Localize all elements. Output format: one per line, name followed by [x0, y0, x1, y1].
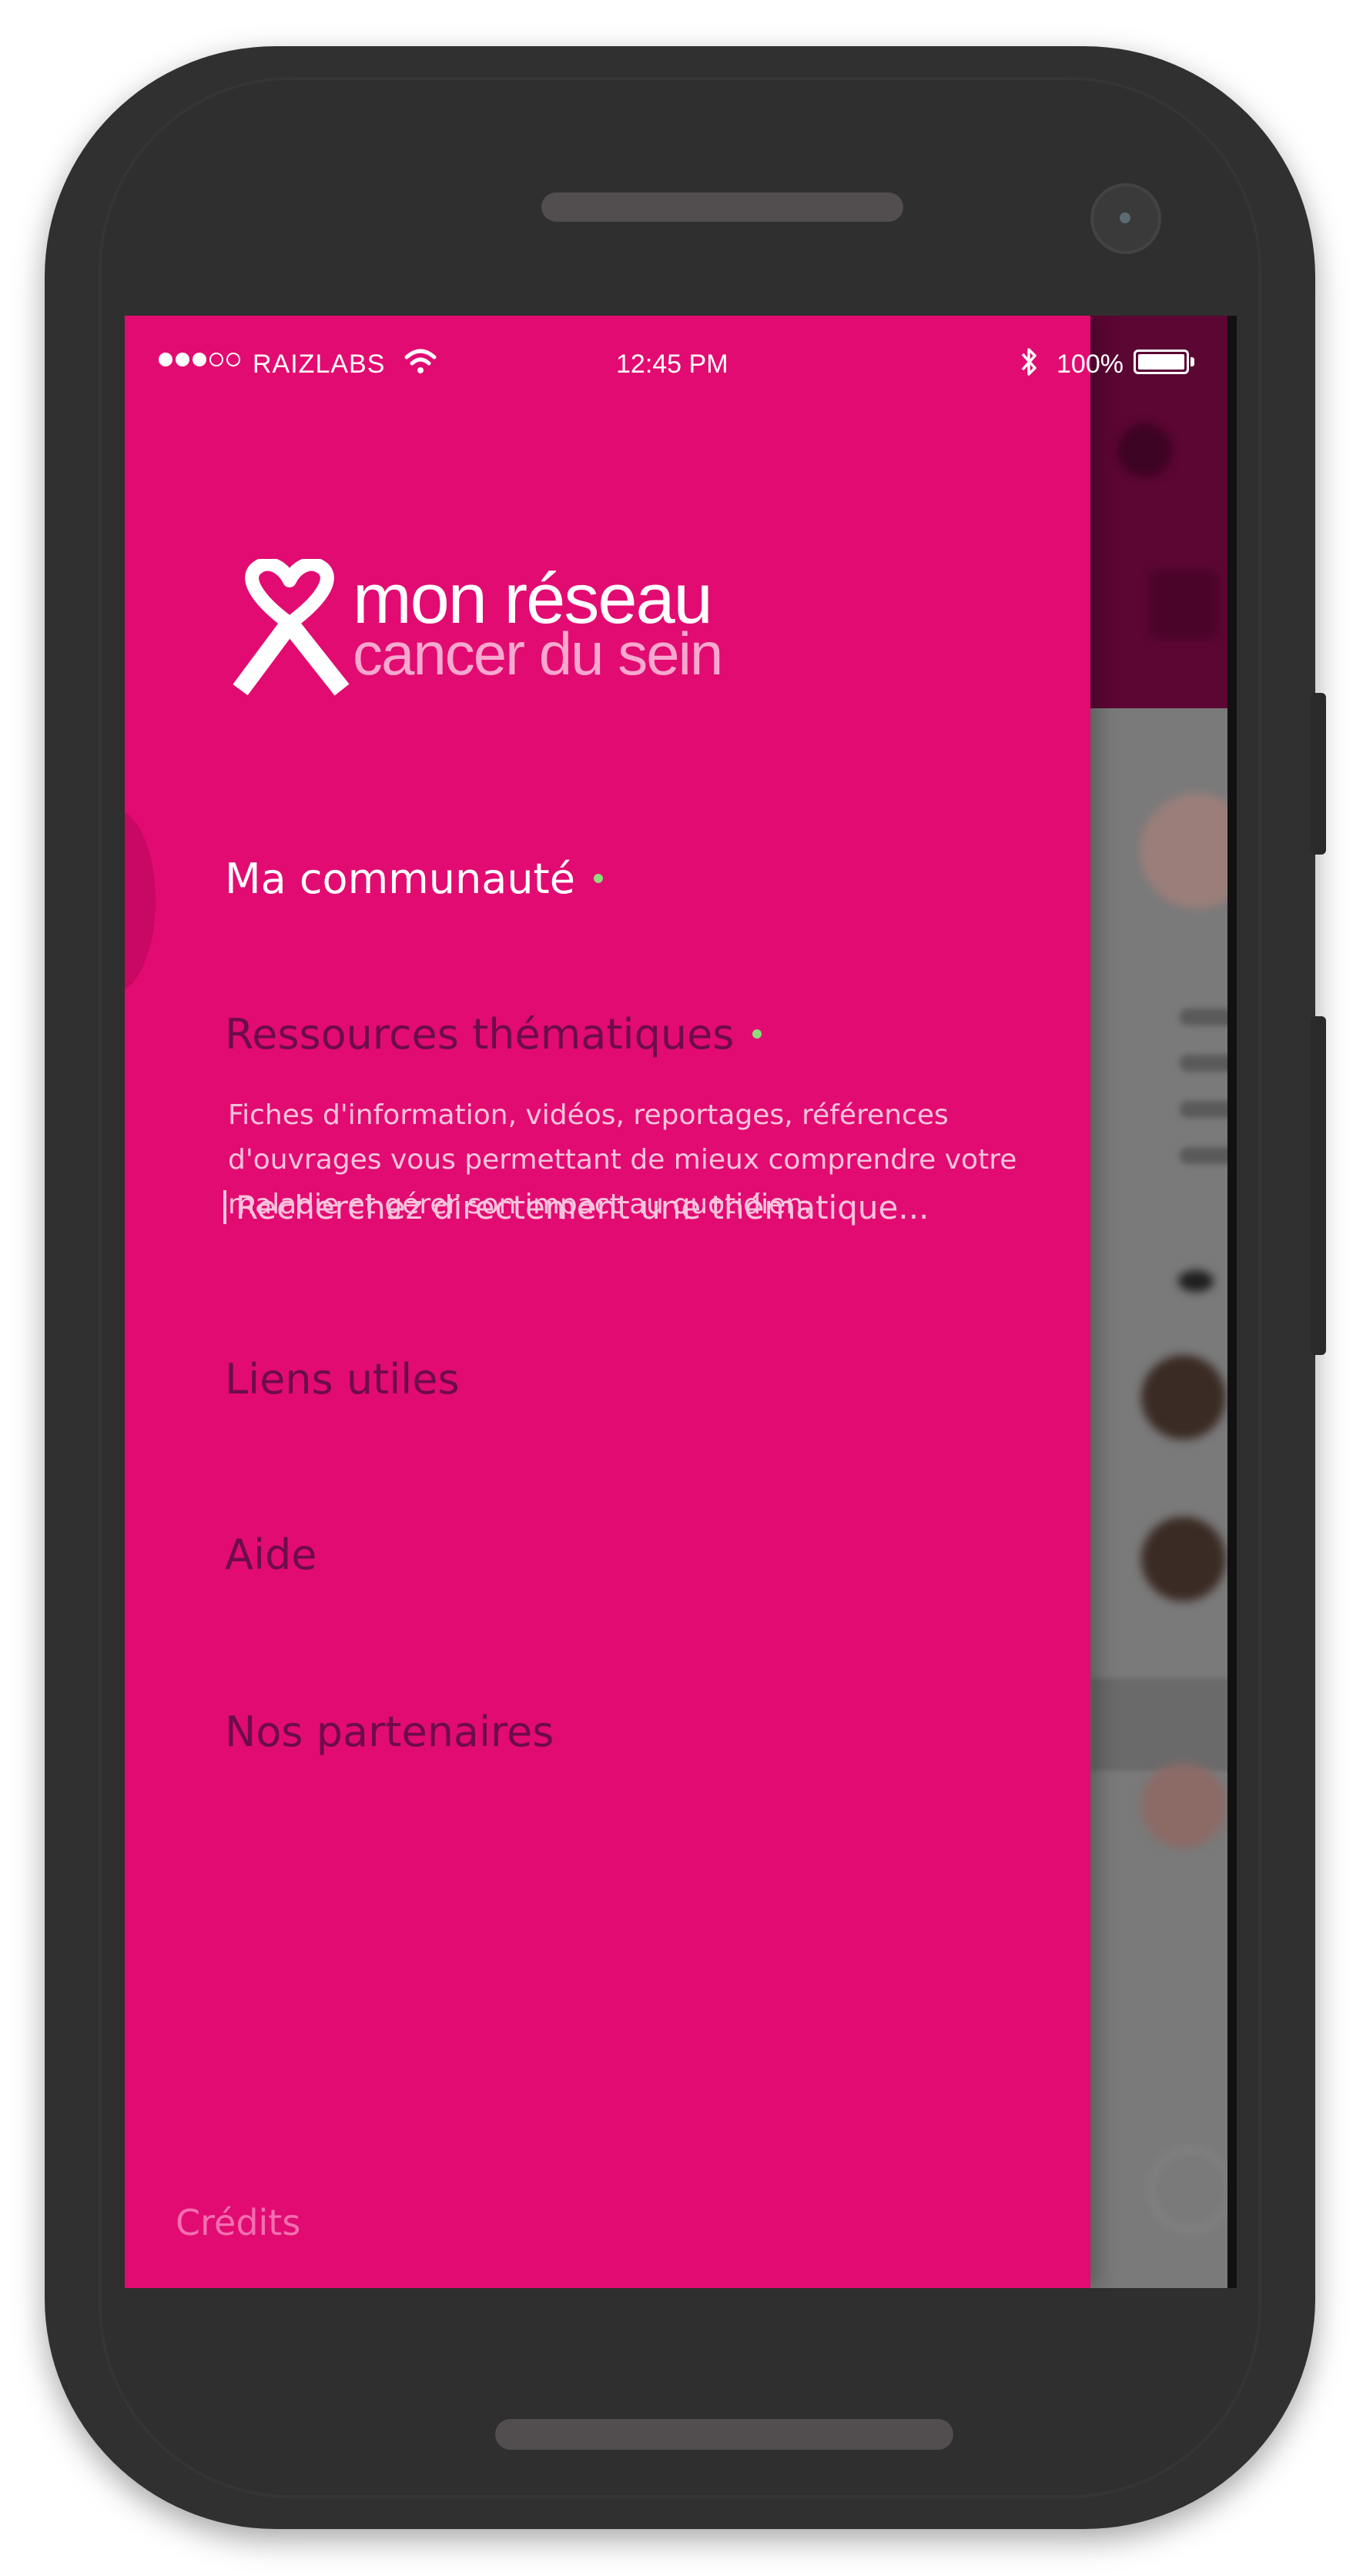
bottom-speaker: [495, 2419, 953, 2450]
background-menu-icon: [1149, 570, 1218, 639]
new-indicator-dot: [593, 874, 603, 884]
battery-percentage: 100%: [1057, 350, 1124, 379]
search-placeholder: Recherchez directement une thématique...: [236, 1189, 929, 1226]
status-time: 12:45 PM: [616, 350, 728, 379]
menu-item-community[interactable]: Ma communauté: [225, 855, 603, 903]
menu-item-label: Aide: [225, 1531, 317, 1579]
navigation-drawer: RAIZLABS 12:45 PM 100% mon réseau cancer…: [125, 316, 1194, 2288]
menu-item-help[interactable]: Aide: [225, 1531, 316, 1579]
pink-ribbon-logo-icon: [233, 559, 350, 696]
front-camera: [1090, 183, 1161, 254]
background-divider: [1090, 1678, 1237, 1771]
menu-item-useful-links[interactable]: Liens utiles: [225, 1355, 460, 1403]
wifi-icon: [404, 346, 437, 384]
menu-item-partners[interactable]: Nos partenaires: [225, 1708, 554, 1756]
side-button-power: [1311, 693, 1326, 855]
phone-screen: RAIZLABS 12:45 PM 100% mon réseau cancer…: [125, 316, 1237, 2288]
status-bar: RAIZLABS 12:45 PM 100%: [125, 339, 1237, 393]
theme-search-input[interactable]: Recherchez directement une thématique...: [223, 1189, 929, 1227]
background-avatar: [1141, 1763, 1226, 1848]
side-button-volume: [1311, 1016, 1326, 1355]
drawer-edge-curve: [125, 808, 156, 993]
battery-tip: [1191, 357, 1194, 366]
text-cursor: [223, 1189, 226, 1224]
credits-link[interactable]: Crédits: [176, 2202, 300, 2243]
carrier-name: RAIZLABS: [253, 350, 386, 379]
bluetooth-icon: [1020, 345, 1040, 387]
menu-item-label: Ressources thématiques: [225, 1010, 735, 1059]
signal-strength-icon: [159, 353, 240, 366]
background-avatar: [1141, 1517, 1226, 1601]
menu-item-resources[interactable]: Ressources thématiques: [225, 1010, 762, 1059]
background-edge: [1227, 316, 1237, 2288]
background-button: [1149, 2148, 1232, 2231]
menu-item-label: Nos partenaires: [225, 1708, 554, 1756]
menu-item-label: Ma communauté: [225, 855, 575, 903]
background-avatar: [1140, 793, 1237, 908]
background-icon: [1178, 1270, 1214, 1292]
earpiece-speaker: [541, 192, 903, 222]
battery-icon: [1134, 350, 1189, 374]
menu-item-label: Liens utiles: [225, 1355, 460, 1403]
background-avatar: [1141, 1355, 1226, 1440]
background-ribbon-icon: [1118, 423, 1172, 477]
new-indicator-dot: [752, 1029, 762, 1039]
logo-subtitle: cancer du sein: [353, 620, 723, 687]
app-logo: mon réseau cancer du sein: [223, 559, 762, 713]
